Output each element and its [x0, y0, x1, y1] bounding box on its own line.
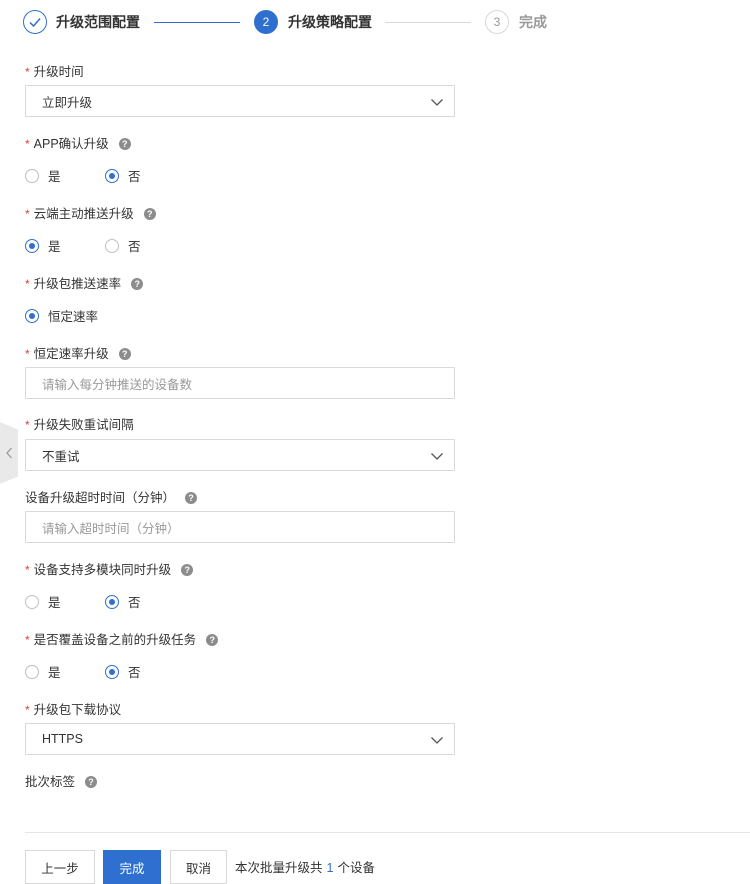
step-2-label: 升级策略配置 [288, 14, 372, 30]
batch-tag-label: 批次标签 ? [25, 774, 98, 790]
step-1-label: 升级范围配置 [56, 14, 140, 30]
download-protocol-select[interactable]: HTTPS [25, 723, 455, 755]
question-mark-icon[interactable]: ? [131, 278, 144, 290]
radio-button[interactable] [25, 168, 39, 183]
constant-rate-label: * 恒定速率升级 ? [25, 346, 131, 362]
push-rate-constant[interactable]: 恒定速率 [25, 306, 98, 325]
required-mark: * [25, 65, 30, 79]
radio-button-checked[interactable] [105, 594, 119, 609]
cloud-push-yes[interactable]: 是 [25, 236, 61, 255]
radio-button[interactable] [25, 594, 39, 609]
timeout-label: 设备升级超时时间（分钟） ? [25, 490, 198, 506]
required-mark: * [25, 277, 30, 291]
required-mark: * [25, 703, 30, 717]
constant-rate-input[interactable]: 请输入每分钟推送的设备数 [25, 367, 455, 399]
cloud-push-label: * 云端主动推送升级 ? [25, 206, 156, 222]
chevron-left-icon [6, 447, 12, 459]
step-3-label: 完成 [519, 14, 547, 30]
chevron-down-icon [431, 737, 443, 744]
cloud-push-no[interactable]: 否 [105, 236, 141, 255]
question-mark-icon[interactable]: ? [85, 776, 98, 788]
retry-interval-select[interactable]: 不重试 [25, 439, 455, 471]
device-count-note: 本次批量升级共 1 个设备 [235, 861, 375, 875]
question-mark-icon[interactable]: ? [118, 138, 131, 150]
override-tasks-no[interactable]: 否 [105, 662, 141, 681]
upgrade-stepper: 升级范围配置 2 升级策略配置 3 完成 [0, 0, 750, 44]
cancel-button[interactable]: 取消 [170, 850, 227, 884]
upgrade-time-label: * 升级时间 [25, 65, 84, 79]
question-mark-icon[interactable]: ? [118, 348, 131, 360]
timeout-input[interactable]: 请输入超时时间（分钟） [25, 511, 455, 543]
question-mark-icon[interactable]: ? [143, 208, 156, 220]
radio-button[interactable] [25, 664, 39, 679]
finish-button[interactable]: 完成 [103, 850, 161, 884]
radio-button-checked[interactable] [105, 168, 119, 183]
radio-button-checked[interactable] [25, 308, 39, 323]
multi-module-no[interactable]: 否 [105, 592, 141, 611]
step-connector [154, 22, 240, 23]
step-completed-check-icon [23, 10, 47, 34]
upgrade-time-select[interactable]: 立即升级 [25, 85, 455, 117]
radio-button[interactable] [105, 238, 119, 253]
download-protocol-label: * 升级包下载协议 [25, 703, 122, 717]
radio-button-checked[interactable] [25, 238, 39, 253]
required-mark: * [25, 418, 30, 432]
step-connector [385, 22, 471, 23]
device-count: 1 [326, 861, 334, 875]
override-tasks-label: * 是否覆盖设备之前的升级任务 ? [25, 632, 219, 648]
retry-interval-label: * 升级失败重试间隔 [25, 418, 134, 432]
chevron-down-icon [431, 453, 443, 460]
required-mark: * [25, 207, 30, 221]
previous-step-button[interactable]: 上一步 [25, 850, 95, 884]
required-mark: * [25, 347, 30, 361]
required-mark: * [25, 137, 30, 151]
step-3-number: 3 [485, 10, 509, 34]
app-confirm-label: * APP确认升级 ? [25, 136, 131, 152]
push-rate-label: * 升级包推送速率 ? [25, 276, 144, 292]
multi-module-label: * 设备支持多模块同时升级 ? [25, 562, 194, 578]
radio-button-checked[interactable] [105, 664, 119, 679]
app-confirm-yes[interactable]: 是 [25, 166, 61, 185]
footer-divider [25, 832, 750, 833]
sidebar-collapse-toggle[interactable] [0, 422, 18, 484]
multi-module-yes[interactable]: 是 [25, 592, 61, 611]
override-tasks-yes[interactable]: 是 [25, 662, 61, 681]
question-mark-icon[interactable]: ? [185, 492, 198, 504]
step-2-number: 2 [254, 10, 278, 34]
required-mark: * [25, 633, 30, 647]
required-mark: * [25, 563, 30, 577]
app-confirm-no[interactable]: 否 [105, 166, 141, 185]
question-mark-icon[interactable]: ? [181, 564, 194, 576]
question-mark-icon[interactable]: ? [206, 634, 219, 646]
chevron-down-icon [431, 99, 443, 106]
